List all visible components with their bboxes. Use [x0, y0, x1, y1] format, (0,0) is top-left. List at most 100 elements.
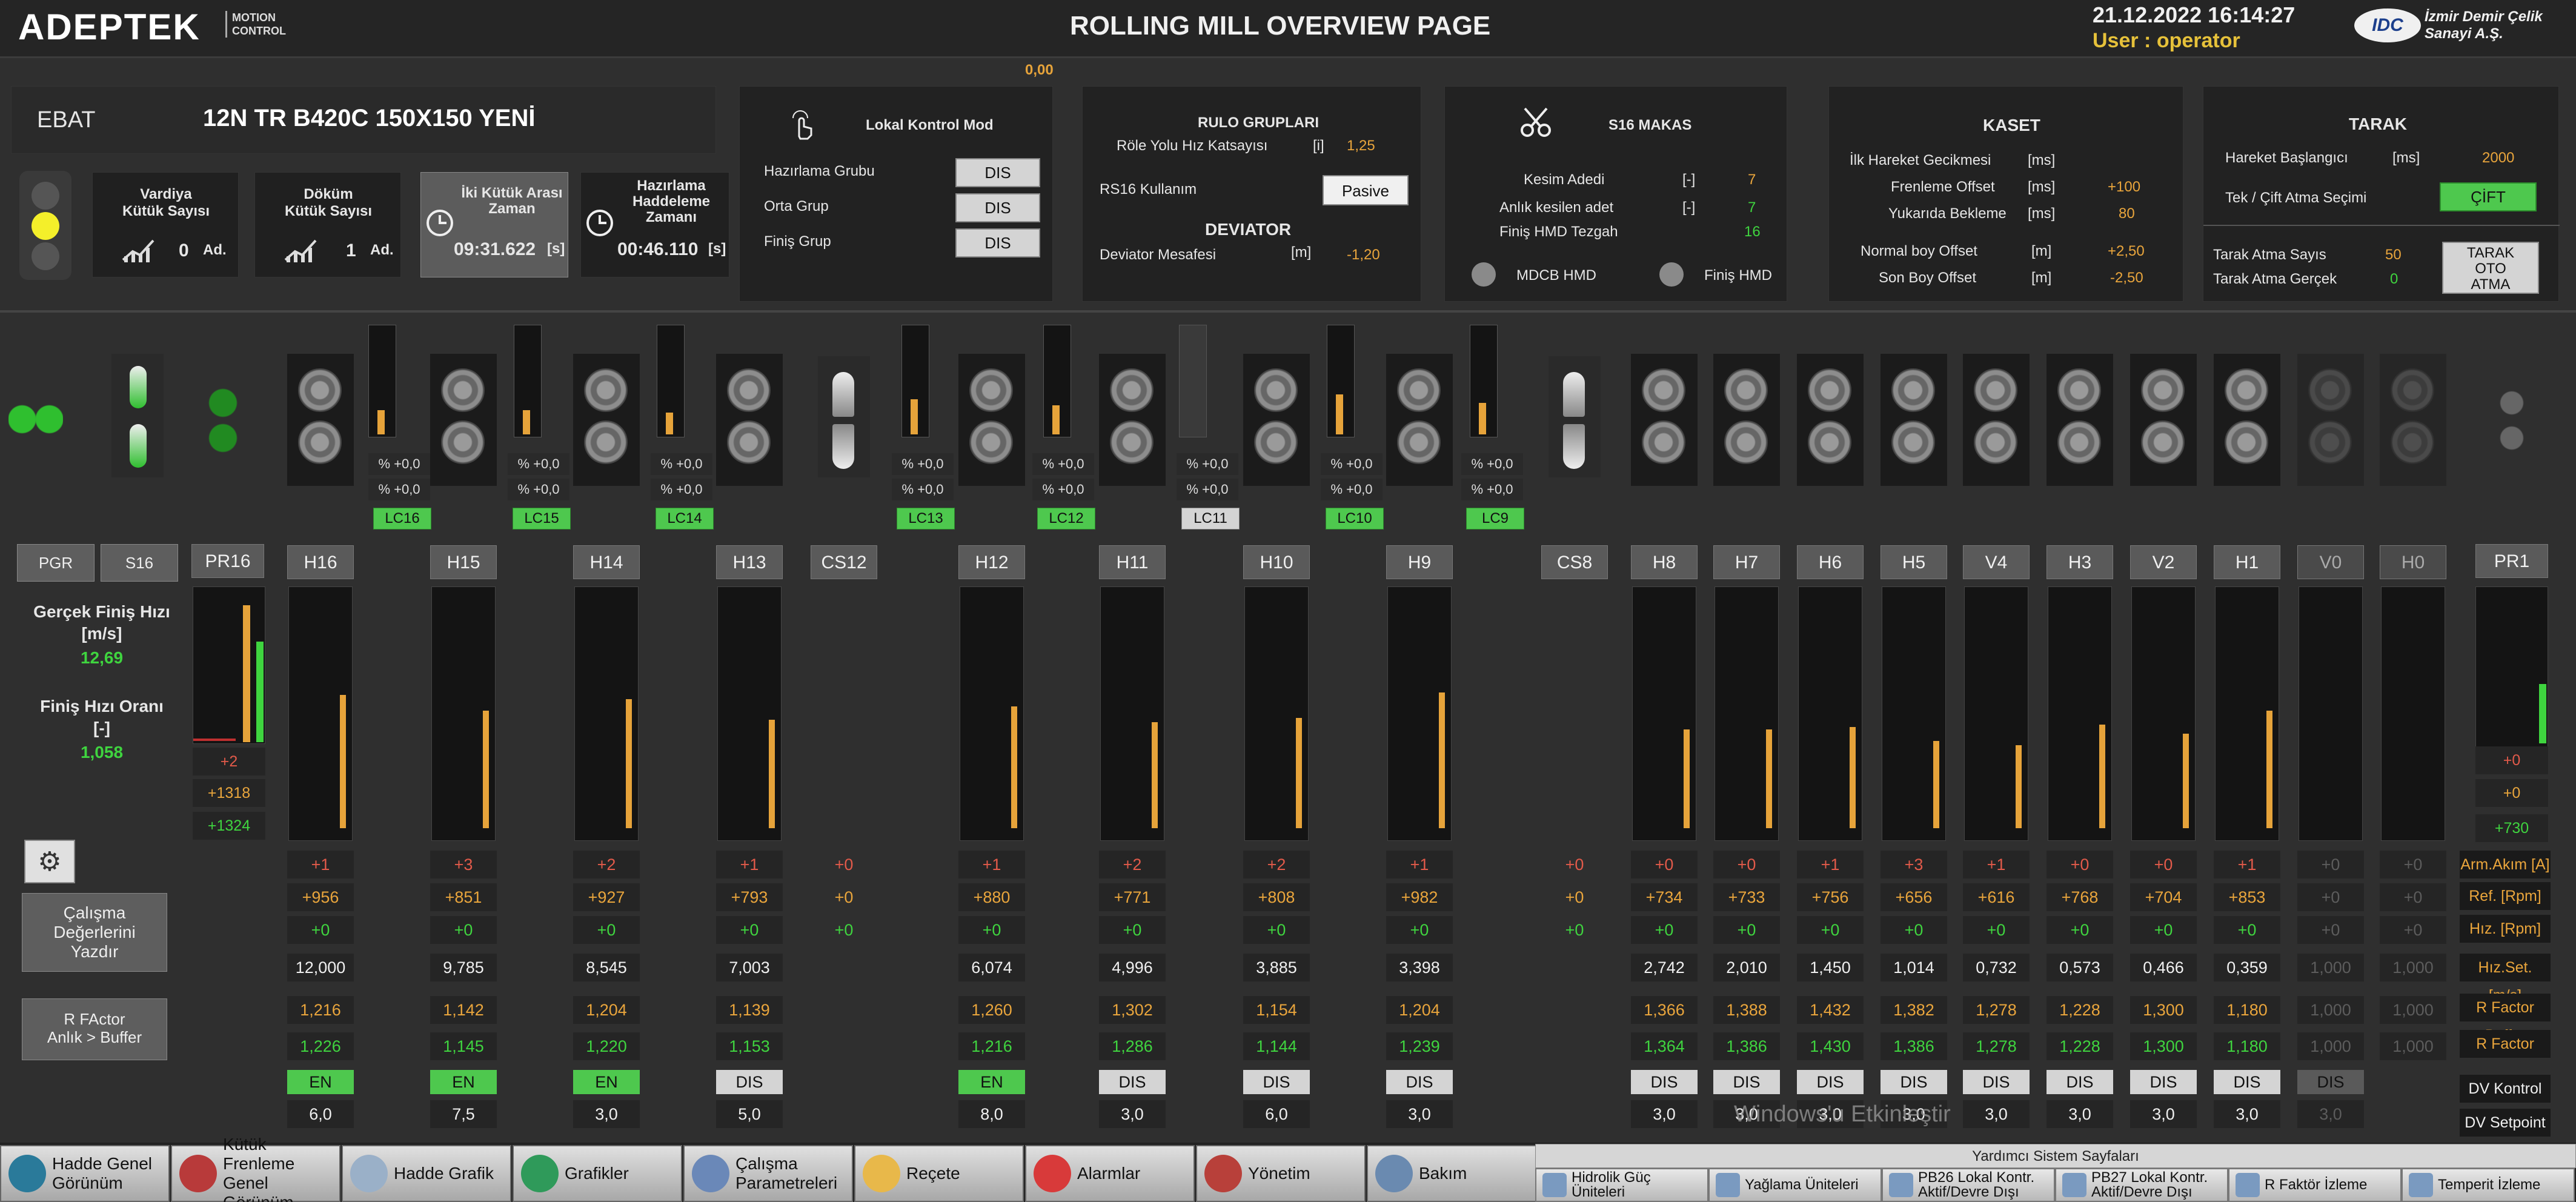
looper-lc15-button[interactable]: LC15 — [513, 508, 571, 530]
nav-icon — [1375, 1155, 1413, 1192]
cell-rf-h10: 1,144 — [1243, 1032, 1310, 1060]
cell-dv-v4[interactable]: DIS — [1963, 1070, 2030, 1094]
nav-button-0[interactable]: Hadde Genel Görünüm — [0, 1145, 170, 1202]
cell-dv-h6[interactable]: DIS — [1797, 1070, 1864, 1094]
sys-label: Hidrolik Güç Üniteleri — [1572, 1169, 1651, 1200]
cell-dv-h3[interactable]: DIS — [2047, 1070, 2113, 1094]
speed-bar-h0 — [2381, 586, 2445, 841]
roll-top-icon — [969, 368, 1013, 412]
speed-bar-h15 — [431, 586, 496, 841]
speed-bar-h16 — [288, 586, 353, 841]
roll-bottom-icon — [2141, 420, 2185, 464]
kaset-son-value: -2,50 — [2110, 270, 2143, 286]
cell-dv-h7[interactable]: DIS — [1713, 1070, 1780, 1094]
lokal-orta-button[interactable]: DIS — [955, 193, 1040, 222]
speed-bar-fill — [483, 711, 489, 828]
cell-dv-h5[interactable]: DIS — [1881, 1070, 1947, 1094]
roll-bottom-icon — [1891, 420, 1935, 464]
nav-button-5[interactable]: Reçete — [854, 1145, 1024, 1202]
tarak-secim-button[interactable]: ÇİFT — [2440, 182, 2537, 211]
anlik-adet-unit: [-] — [1682, 199, 1696, 216]
cell-dv-h15[interactable]: EN — [430, 1070, 497, 1094]
looper-gauge-fill — [666, 413, 673, 434]
tarak-oto-atma-button[interactable]: TARAK OTO ATMA — [2442, 242, 2539, 294]
cell-dv-h14[interactable]: EN — [573, 1070, 640, 1094]
s16-button[interactable]: S16 — [101, 544, 178, 582]
cell-rf-h11: 1,286 — [1099, 1032, 1166, 1060]
sys-button-3[interactable]: PB27 Lokal Kontr. Aktif/Devre Dışı — [2055, 1168, 2228, 1202]
cell-dv-h16[interactable]: EN — [287, 1070, 354, 1094]
pr16-ref-value: +1318 — [193, 779, 265, 807]
row-label-4: R Factor Buffer — [2460, 994, 2551, 1044]
sys-button-2[interactable]: PB26 Lokal Kontr. Aktif/Devre Dışı — [1882, 1168, 2055, 1202]
lokal-finis-button[interactable]: DIS — [955, 228, 1040, 257]
cell-rfb-h11: 1,302 — [1099, 996, 1166, 1024]
looper-lc12-button[interactable]: LC12 — [1037, 508, 1095, 530]
stand-label-h5: H5 — [1881, 545, 1947, 579]
cell-dv-h9[interactable]: DIS — [1386, 1070, 1453, 1094]
stand-label-v2: V2 — [2130, 545, 2197, 579]
cell-dv-h12[interactable]: EN — [958, 1070, 1025, 1094]
sys-button-0[interactable]: Hidrolik Güç Üniteleri — [1535, 1168, 1708, 1202]
rfactor-buffer-button[interactable]: R FActor Anlık > Buffer — [22, 998, 167, 1060]
nav-button-7[interactable]: Yönetim — [1196, 1145, 1366, 1202]
finis-hmd-indicator — [1659, 262, 1684, 287]
cell-dv-h1[interactable]: DIS — [2214, 1070, 2280, 1094]
cell-ref-h12: +880 — [958, 883, 1025, 911]
nav-button-6[interactable]: Alarmlar — [1025, 1145, 1195, 1202]
looper-lc11-button[interactable]: LC11 — [1181, 508, 1240, 530]
mdcb-hmd-indicator — [1472, 262, 1496, 287]
pct-bottom-lc9: % +0,0 — [1461, 479, 1523, 500]
roll-top-icon — [1724, 368, 1768, 412]
stand-label-h12: H12 — [958, 545, 1025, 579]
sys-button-1[interactable]: Yağlama Üniteleri — [1708, 1168, 1882, 1202]
looper-lc10-button[interactable]: LC10 — [1326, 508, 1384, 530]
cell-dv-v2[interactable]: DIS — [2130, 1070, 2197, 1094]
cell-rf-v4: 1,278 — [1963, 1032, 2030, 1060]
speed-bar-fill — [1152, 722, 1158, 828]
cell-ref-h14: +927 — [573, 883, 640, 911]
nav-button-2[interactable]: Hadde Grafik — [342, 1145, 511, 1202]
stand-label-h10: H10 — [1243, 545, 1310, 579]
nav-button-1[interactable]: Kütük Frenleme Genel Görünüm — [171, 1135, 340, 1202]
looper-lc14-button[interactable]: LC14 — [656, 508, 714, 530]
kaset-normal-unit: [m] — [2031, 243, 2052, 259]
looper-lc13-button[interactable]: LC13 — [897, 508, 955, 530]
roll-top-icon — [1974, 368, 2017, 412]
cell-dvs-h16: 6,0 — [287, 1100, 354, 1128]
roll-bottom-icon — [1724, 420, 1768, 464]
nav-button-8[interactable]: Bakım — [1367, 1145, 1536, 1202]
cell-dv-h10[interactable]: DIS — [1243, 1070, 1310, 1094]
nav-button-3[interactable]: Grafikler — [513, 1145, 682, 1202]
cell-dv-v0[interactable]: DIS — [2297, 1070, 2364, 1094]
sys-label: PB26 Lokal Kontr. Aktif/Devre Dışı — [1918, 1169, 2035, 1200]
cell-ref-v4: +616 — [1963, 883, 2030, 911]
cell-dv-h8[interactable]: DIS — [1631, 1070, 1698, 1094]
speed-bar-fill — [2016, 745, 2022, 828]
deviator-label: Deviator Mesafesi — [1100, 247, 1217, 263]
sys-button-5[interactable]: Temperit İzleme — [2402, 1168, 2575, 1202]
cell-arm-v2: +0 — [2130, 851, 2197, 878]
cell-hiz-cs8: +0 — [1565, 921, 1584, 939]
cell-dv-h11[interactable]: DIS — [1099, 1070, 1166, 1094]
cell-arm-h10: +2 — [1243, 851, 1310, 878]
pr1-bar — [2475, 586, 2548, 750]
tarak-gercek-value: 0 — [2390, 271, 2398, 287]
cell-dv-h13[interactable]: DIS — [716, 1070, 783, 1094]
s16-makas-panel: S16 MAKAS Kesim Adedi [-] 7 Anlık kesile… — [1444, 86, 1787, 302]
looper-lc16-button[interactable]: LC16 — [373, 508, 431, 530]
cell-dvs-h11: 3,0 — [1099, 1100, 1166, 1128]
stand-label-h6: H6 — [1797, 545, 1864, 579]
stand-label-h15: H15 — [430, 545, 497, 579]
nav-button-4[interactable]: Çalışma Parametreleri — [683, 1145, 853, 1202]
calisma-yazdir-button[interactable]: Çalışma Değerlerini Yazdır — [22, 893, 167, 972]
pgr-button[interactable]: PGR — [17, 544, 95, 582]
kaset-gecikme-unit: [ms] — [2028, 152, 2056, 168]
looper-lc9-button[interactable]: LC9 — [1466, 508, 1524, 530]
settings-gear-icon[interactable]: ⚙ — [24, 840, 75, 883]
looper-gauge-fill — [1479, 403, 1486, 434]
sys-button-4[interactable]: R Faktör İzleme — [2228, 1168, 2402, 1202]
rs16-toggle-button[interactable]: Pasive — [1323, 175, 1409, 205]
looper-gauge-lc10 — [1327, 325, 1355, 437]
lokal-hazirlama-button[interactable]: DIS — [955, 158, 1040, 187]
